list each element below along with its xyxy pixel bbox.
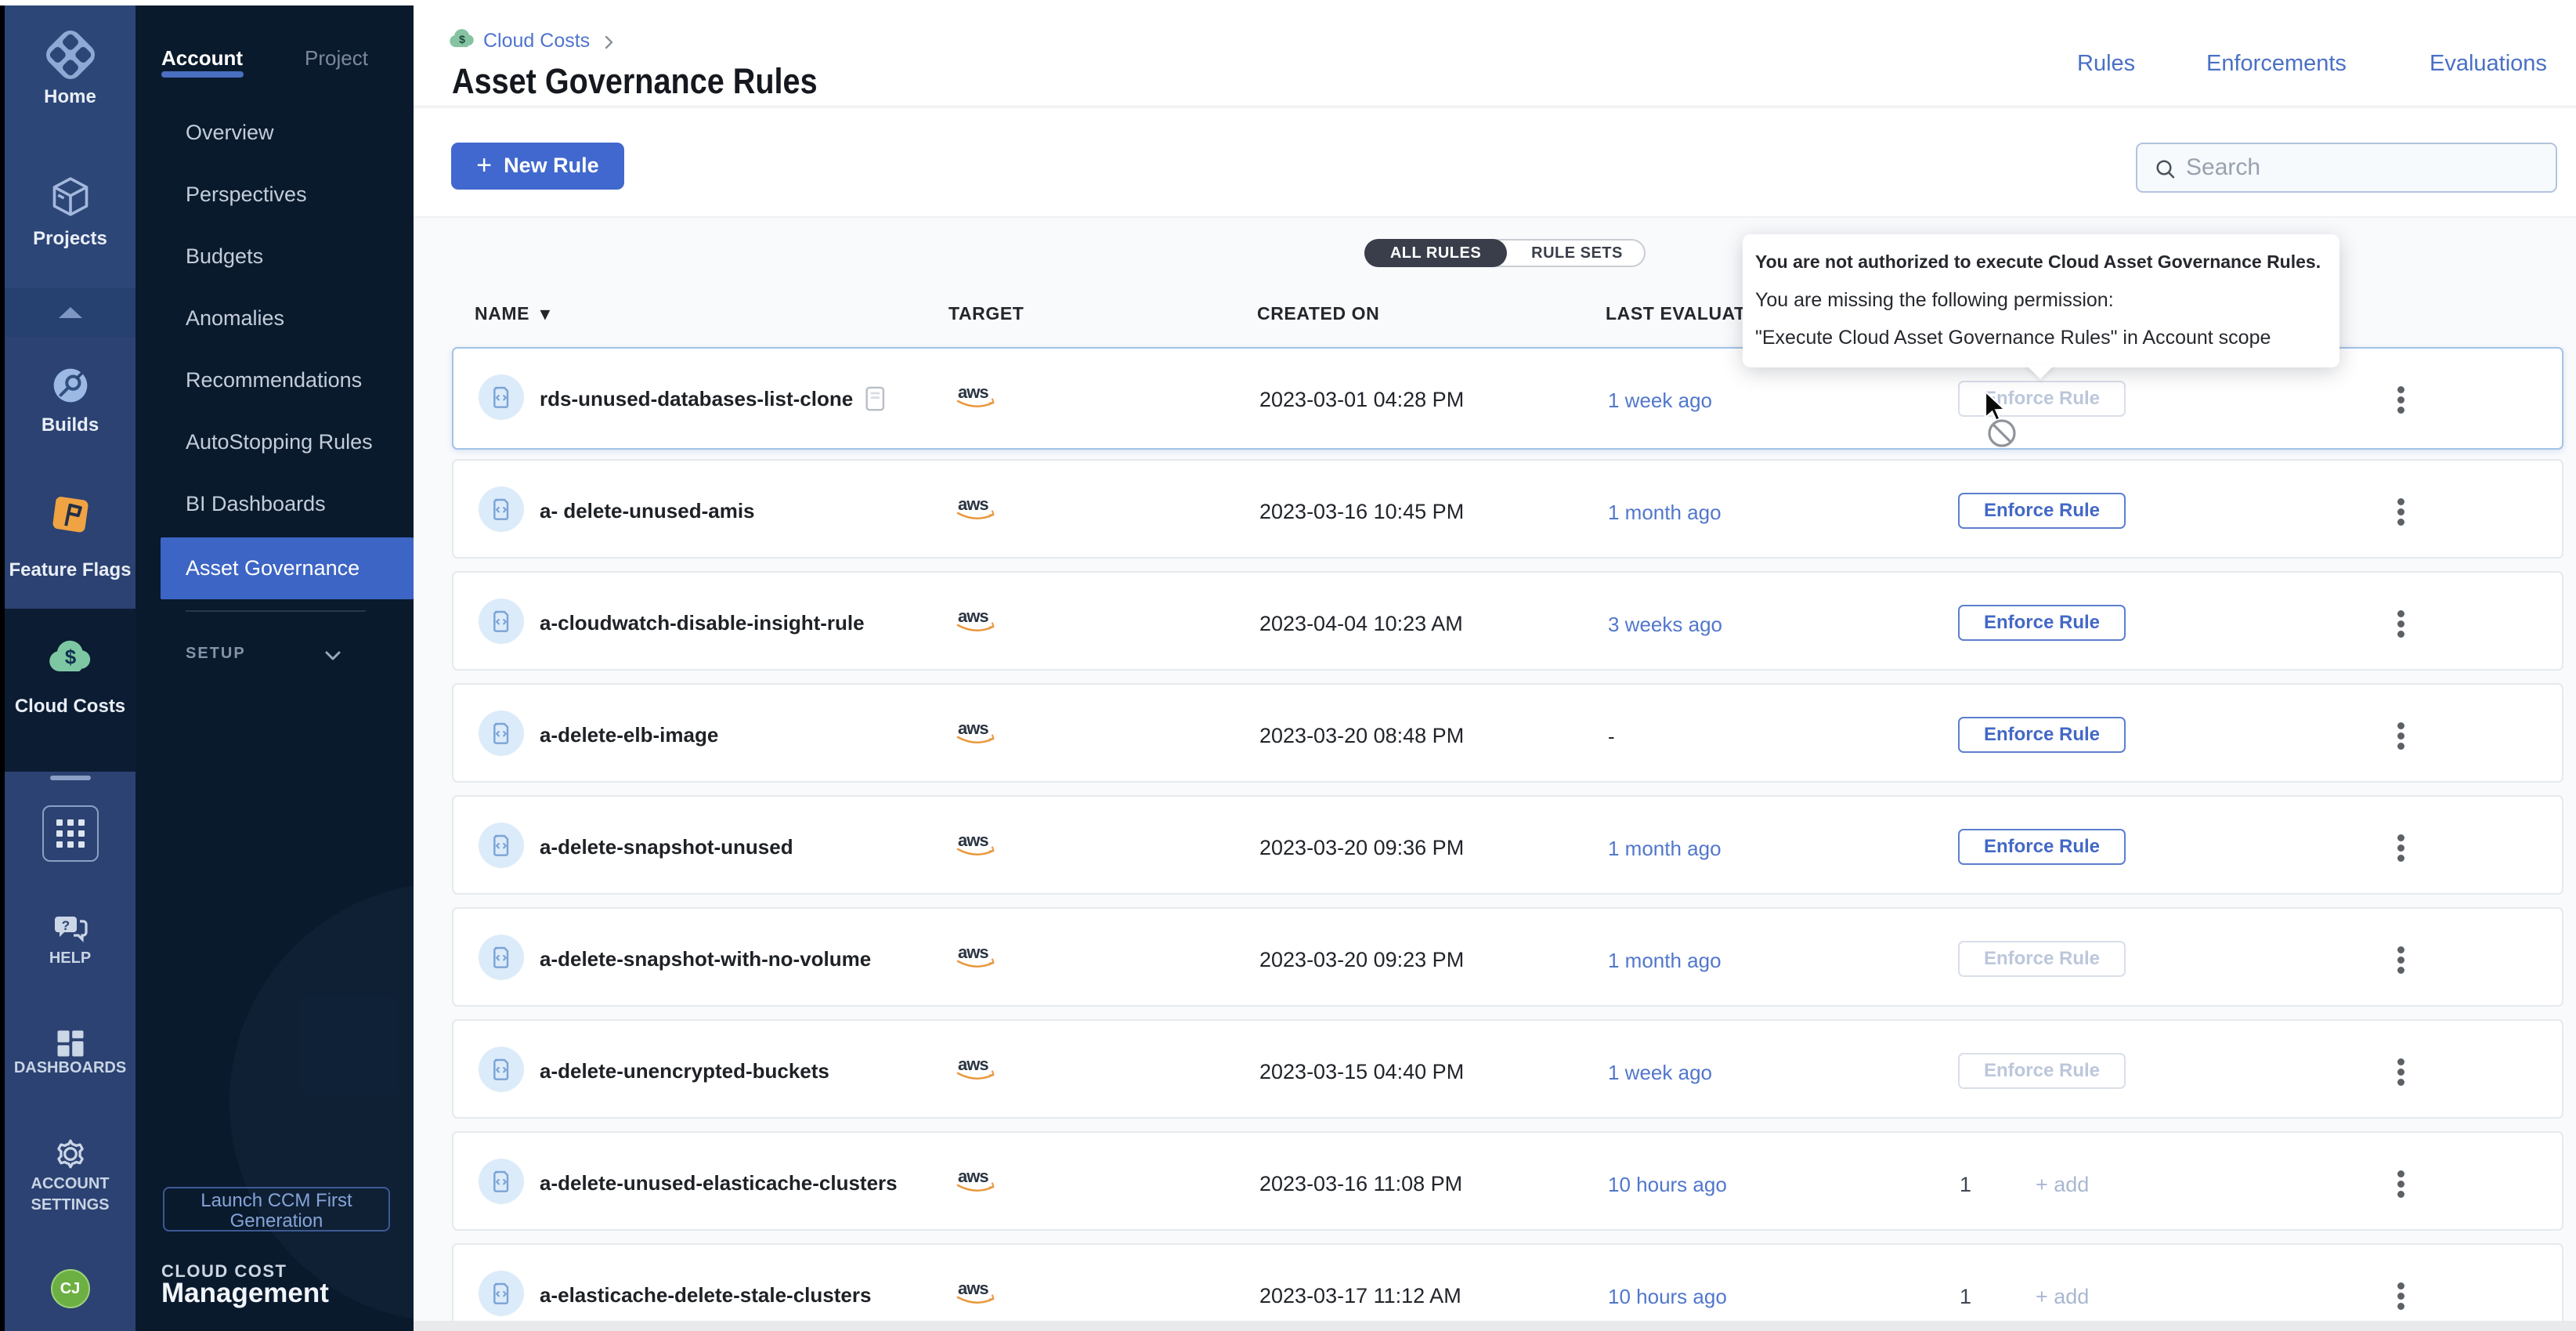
svg-text:$: $ [459,33,465,45]
svg-text:aws: aws [958,494,988,514]
svg-text:aws: aws [958,830,988,850]
svg-text:aws: aws [958,1166,988,1186]
svg-text:$: $ [64,646,76,669]
svg-text:aws: aws [958,942,988,962]
svg-text:aws: aws [958,1279,988,1298]
svg-text:aws: aws [958,606,988,626]
svg-text:?: ? [61,918,69,933]
svg-text:aws: aws [958,718,988,738]
svg-text:aws: aws [958,382,988,402]
svg-text:aws: aws [958,1054,988,1074]
